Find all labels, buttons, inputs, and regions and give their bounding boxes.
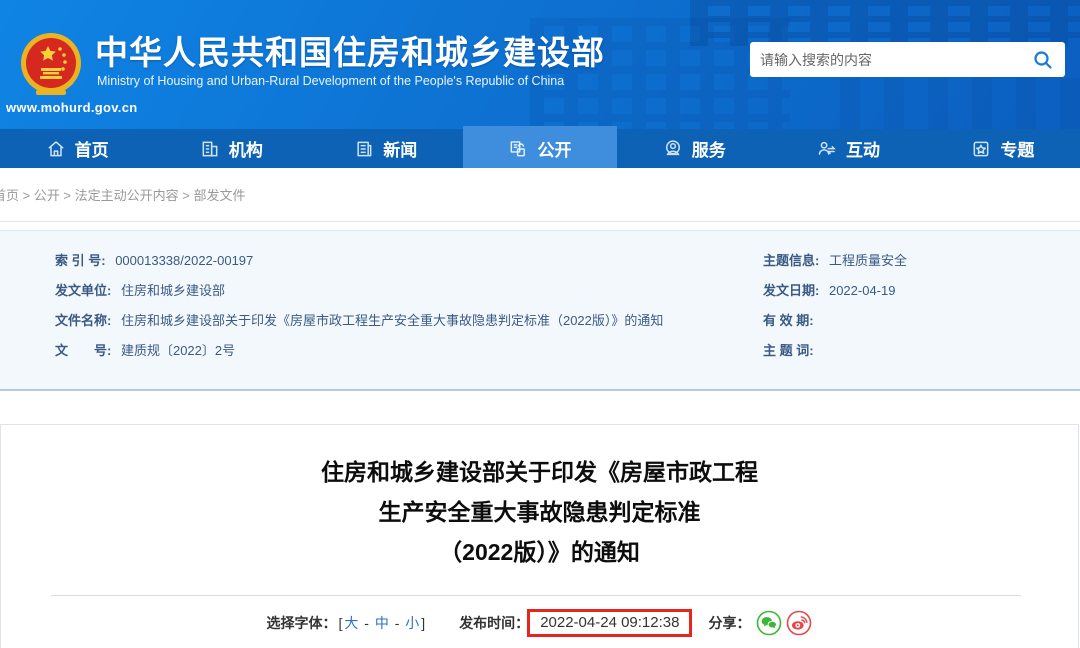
interaction-icon: [818, 141, 836, 155]
meta-label: 发文单位:: [55, 283, 112, 298]
article-title-line: 生产安全重大事故隐患判定标准: [378, 499, 701, 525]
font-select-label: 选择字体：: [266, 615, 337, 631]
meta-label: 主 题 词:: [763, 343, 814, 358]
meta-value: 住房和城乡建设部: [120, 283, 225, 298]
meta-value: 建质规〔2022〕2号: [120, 343, 236, 358]
font-size-selector: [大 - 中 - 小]: [339, 613, 426, 633]
meta-row-issue-date: 发文日期: 2022-04-19: [763, 276, 1063, 306]
news-icon: [357, 141, 372, 156]
publish-time-label: 发布时间：: [459, 615, 530, 631]
separator: -: [360, 615, 373, 631]
nav-item-news[interactable]: 新闻: [309, 129, 463, 168]
search-box: [750, 42, 1065, 77]
nav-item-topics[interactable]: 专题: [926, 129, 1080, 168]
search-icon[interactable]: [1031, 48, 1055, 72]
meta-row-document-number: 文 号: 建质规〔2022〕2号: [55, 336, 715, 366]
site-subtitle-en: Ministry of Housing and Urban-Rural Deve…: [97, 74, 565, 88]
meta-column-right: 主题信息: 工程质量安全 发文日期: 2022-04-19 有 效 期: 主 题…: [763, 246, 1063, 366]
nav-item-home[interactable]: 首页: [0, 129, 154, 168]
disclosure-lock-icon: [511, 140, 526, 156]
meta-row-keywords: 主 题 词:: [763, 336, 1063, 366]
nav-item-service[interactable]: 服务: [617, 129, 771, 168]
separator: -: [390, 615, 404, 631]
article-title: 住房和城乡建设部关于印发《房屋市政工程 生产安全重大事故隐患判定标准 （2022…: [1, 452, 1078, 572]
meta-value: 工程质量安全: [828, 253, 907, 268]
nav-label: 互动: [846, 141, 881, 160]
national-emblem-logo[interactable]: [20, 30, 82, 100]
meta-value: 000013338/2022-00197: [115, 253, 254, 268]
meta-label: 文件名称:: [55, 313, 112, 328]
meta-label: 主题信息:: [763, 253, 820, 268]
building-texture: [840, 78, 1080, 129]
topic-star-icon: [973, 141, 989, 156]
bracket: ]: [421, 615, 426, 631]
home-icon: [48, 140, 64, 156]
nav-label: 首页: [74, 141, 109, 160]
meta-value: 住房和城乡建设部关于印发《房屋市政工程生产安全重大事故隐患判定标准（2022版）…: [120, 313, 664, 328]
meta-value: 2022-04-19: [828, 283, 896, 298]
breadcrumb: 首页 > 公开 > 法定主动公开内容 > 部发文件: [0, 168, 1080, 222]
search-input[interactable]: [760, 51, 1031, 68]
article-title-line: （2022版）》的通知: [439, 539, 640, 565]
meta-label: 文 号:: [55, 343, 112, 358]
organization-icon: [202, 141, 218, 156]
nav-label: 专题: [1000, 141, 1035, 160]
nav-label: 机构: [228, 141, 263, 160]
main-nav: 首页 机构 新闻 公开 服务 互动 专题: [0, 126, 1080, 168]
article-title-line: 住房和城乡建设部关于印发《房屋市政工程: [321, 459, 758, 485]
document-meta-box: 索 引 号: 000013338/2022-00197 发文单位: 住房和城乡建…: [0, 230, 1080, 391]
nav-label: 公开: [537, 141, 572, 160]
share-buttons: [756, 610, 812, 636]
wechat-icon[interactable]: [756, 610, 782, 636]
meta-row-validity: 有 效 期:: [763, 306, 1063, 336]
meta-row-issuing-unit: 发文单位: 住房和城乡建设部: [55, 276, 715, 306]
nav-item-interaction[interactable]: 互动: [771, 129, 925, 168]
meta-column-left: 索 引 号: 000013338/2022-00197 发文单位: 住房和城乡建…: [55, 246, 715, 366]
article-toolbar: 选择字体： [大 - 中 - 小] 发布时间： 2022-04-24 09:12…: [1, 609, 1078, 637]
site-header: www.mohurd.gov.cn 中华人民共和国住房和城乡建设部 Minist…: [0, 0, 1080, 129]
publish-timestamp: 2022-04-24 09:12:38: [540, 614, 680, 631]
meta-label: 有 效 期:: [763, 313, 814, 328]
title-divider: [51, 595, 1021, 596]
weibo-icon[interactable]: [786, 610, 812, 636]
font-size-large-link[interactable]: 大: [344, 615, 358, 631]
page: www.mohurd.gov.cn 中华人民共和国住房和城乡建设部 Minist…: [0, 0, 1080, 648]
meta-row-document-name: 文件名称: 住房和城乡建设部关于印发《房屋市政工程生产安全重大事故隐患判定标准（…: [55, 306, 715, 336]
article-panel: 住房和城乡建设部关于印发《房屋市政工程 生产安全重大事故隐患判定标准 （2022…: [0, 424, 1079, 648]
building-texture: [690, 0, 1080, 46]
meta-label: 发文日期:: [763, 283, 820, 298]
nav-item-disclosure-active[interactable]: 公开: [462, 126, 618, 168]
font-size-medium-link[interactable]: 中: [375, 615, 389, 631]
nav-item-organization[interactable]: 机构: [154, 129, 308, 168]
meta-row-topic-info: 主题信息: 工程质量安全: [763, 246, 1063, 276]
meta-row-index-number: 索 引 号: 000013338/2022-00197: [55, 246, 715, 276]
publish-time-annotation-box: 2022-04-24 09:12:38: [527, 609, 693, 637]
nav-label: 新闻: [383, 141, 418, 160]
site-title[interactable]: 中华人民共和国住房和城乡建设部: [95, 26, 605, 74]
meta-label: 索 引 号:: [55, 253, 106, 268]
service-person-icon: [665, 139, 680, 155]
site-url: www.mohurd.gov.cn: [6, 100, 138, 115]
bracket: [: [338, 615, 343, 631]
font-size-small-link[interactable]: 小: [405, 615, 419, 631]
breadcrumb-trail[interactable]: 首页 > 公开 > 法定主动公开内容 > 部发文件: [0, 185, 245, 204]
share-label: 分享：: [708, 615, 751, 631]
spacer: [0, 222, 1080, 230]
nav-label: 服务: [691, 141, 726, 160]
